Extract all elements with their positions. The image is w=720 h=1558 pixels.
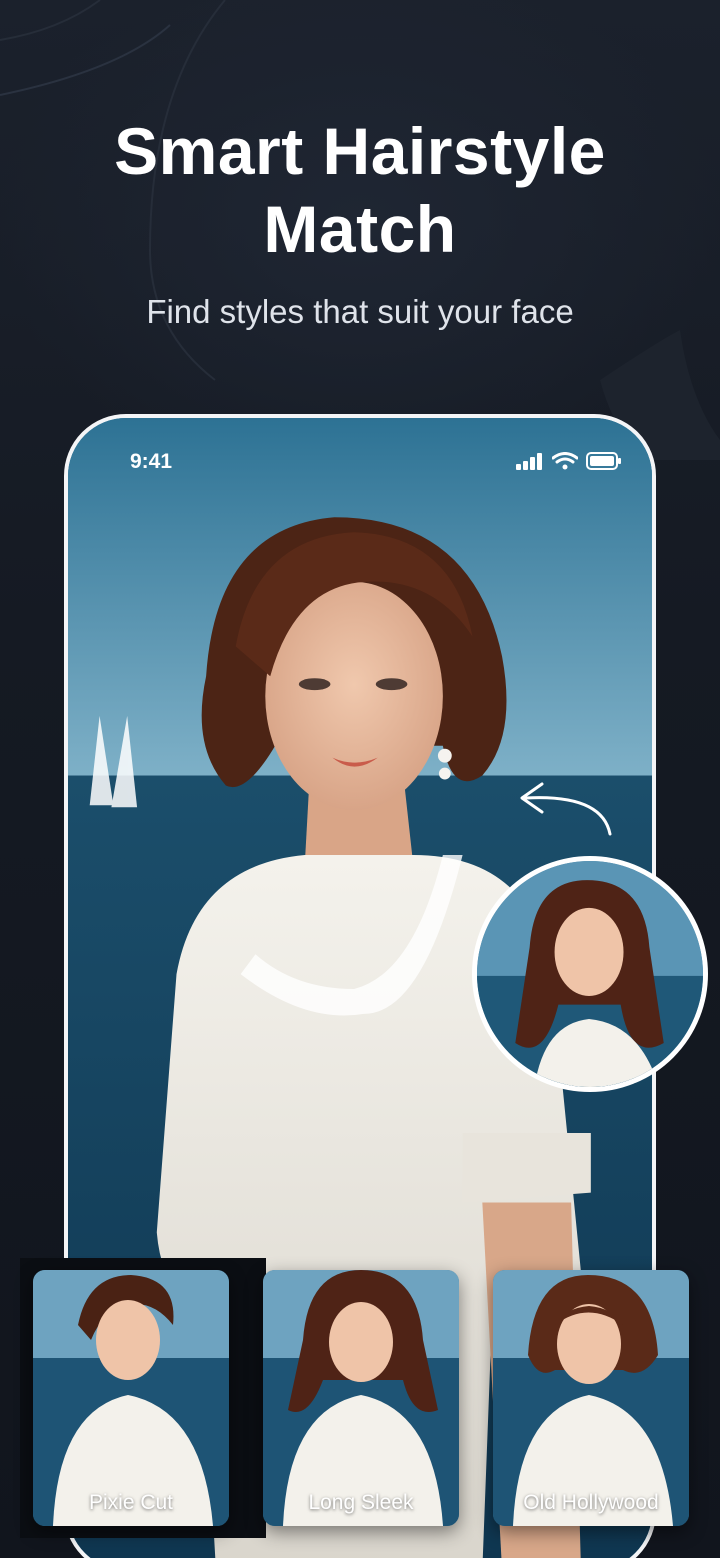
style-card-old-hollywood[interactable]: Old Hollywood [493, 1270, 689, 1526]
headline-line-1: Smart Hairstyle [114, 114, 606, 188]
headline-line-2: Match [263, 192, 457, 266]
status-bar: 9:41 [68, 448, 652, 482]
result-preview-circle[interactable] [472, 856, 708, 1092]
app-promo-screen: Smart Hairstyle Match Find styles that s… [0, 0, 720, 1558]
hairstyle-cards: Pixie Cut Long Sleek Old Hollywood [0, 1260, 720, 1558]
style-label: Long Sleek [308, 1491, 414, 1514]
wifi-icon [552, 452, 578, 470]
preview-photo [477, 861, 703, 1087]
status-time: 9:41 [130, 450, 173, 473]
battery-icon [586, 452, 621, 470]
status-icons [516, 452, 622, 470]
style-label: Old Hollywood [523, 1491, 659, 1514]
style-label: Pixie Cut [88, 1491, 174, 1514]
curved-arrow-icon [520, 782, 612, 836]
style-thumbnail [33, 1270, 229, 1526]
signal-icon [516, 453, 542, 470]
subtitle: Find styles that suit your face [146, 293, 574, 330]
style-thumbnail [493, 1270, 689, 1526]
style-thumbnail [263, 1270, 459, 1526]
style-card-pixie-cut[interactable]: Pixie Cut [33, 1270, 229, 1526]
headline: Smart Hairstyle Match [0, 112, 720, 268]
style-card-long-sleek[interactable]: Long Sleek [263, 1270, 459, 1526]
